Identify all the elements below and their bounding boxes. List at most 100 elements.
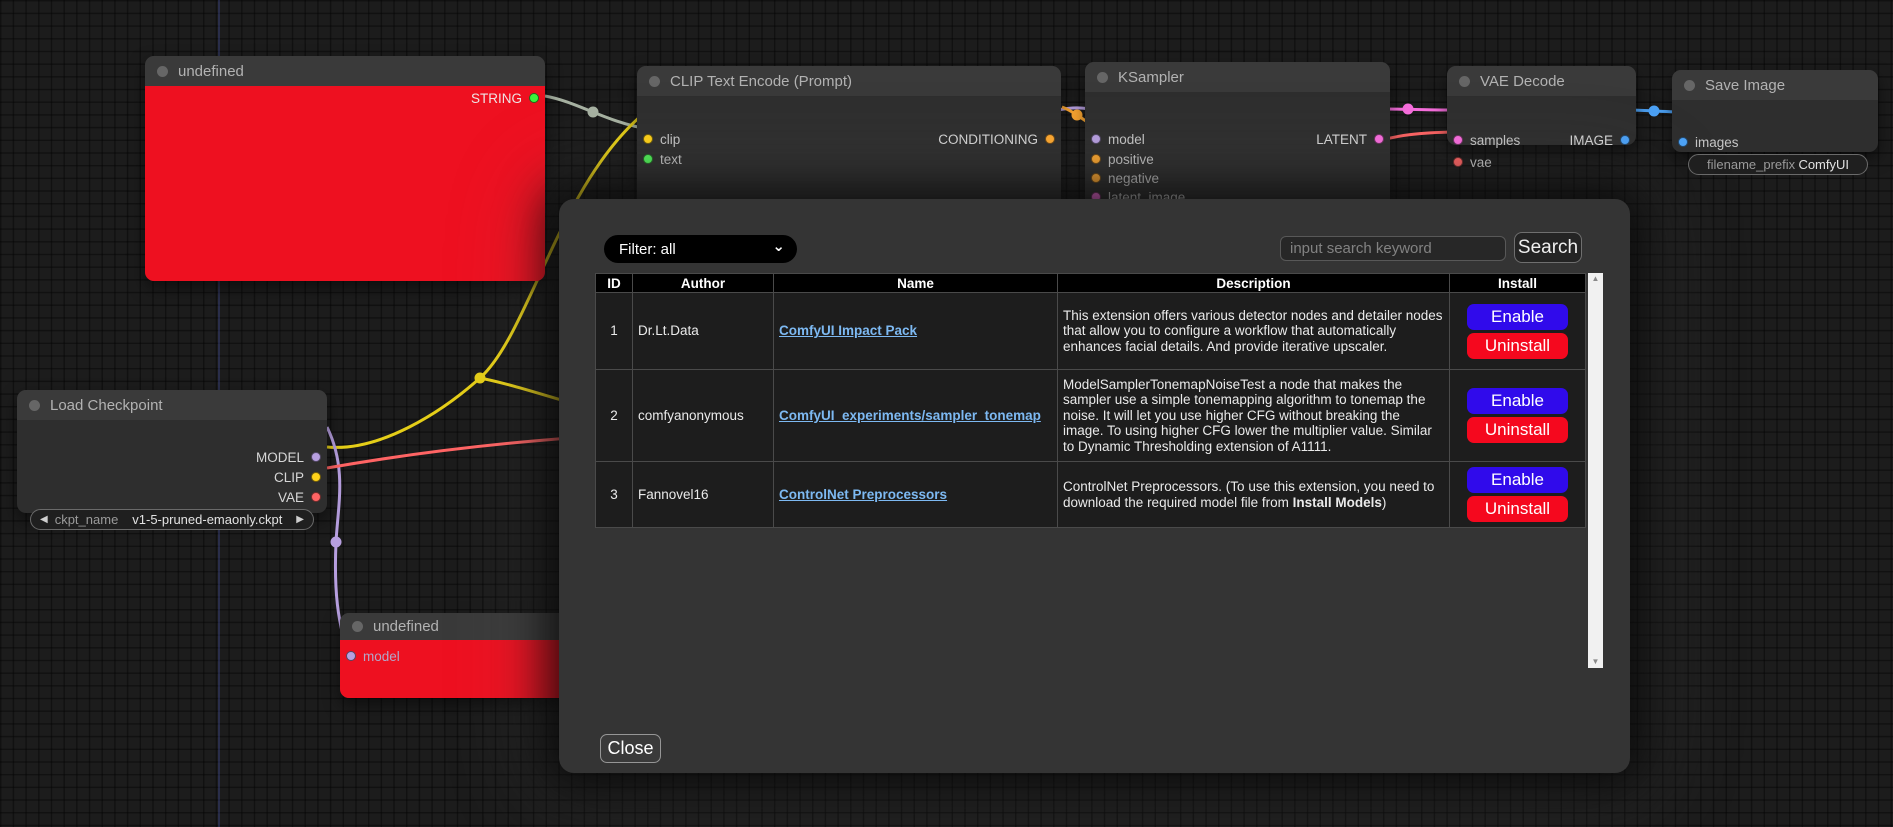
extension-link[interactable]: ControlNet Preprocessors [779,487,947,502]
output-slot-conditioning-label: CONDITIONING [938,132,1038,147]
node-vae-decode[interactable]: VAE Decode samples vae IMAGE [1447,66,1636,145]
output-slot-latent-label: LATENT [1316,132,1367,147]
search-input[interactable] [1280,236,1506,261]
node-title: Save Image [1705,77,1785,94]
header-id: ID [596,274,633,293]
input-slot-images-label: images [1695,135,1739,150]
node-title-bar[interactable]: Save Image [1672,70,1878,100]
header-name: Name [774,274,1058,293]
node-title: VAE Decode [1480,73,1565,90]
cell-author: Fannovel16 [633,462,774,528]
node-title: undefined [373,618,439,635]
input-slot-positive-dot[interactable] [1091,154,1101,164]
node-collapse-dot[interactable] [1684,80,1695,91]
wire-model-dot[interactable] [331,537,342,548]
ckpt-widget-label: ckpt_name [55,512,119,527]
wire-latent-dot[interactable] [1403,104,1414,115]
table-header-row: ID Author Name Description Install [596,274,1586,293]
cell-id: 3 [596,462,633,528]
filename-prefix-value[interactable]: ComfyUI [1798,157,1849,172]
cell-id: 1 [596,293,633,370]
input-slot-vae-label: vae [1470,155,1492,170]
header-install: Install [1450,274,1586,293]
scroll-up-icon[interactable]: ▲ [1592,273,1600,285]
input-slot-model-label: model [363,649,400,664]
node-title-bar[interactable]: Load Checkpoint [17,390,327,420]
extensions-table: ID Author Name Description Install 1 Dr.… [595,273,1586,528]
input-slot-clip-dot[interactable] [643,134,653,144]
extension-link[interactable]: ComfyUI_experiments/sampler_tonemap [779,408,1041,423]
input-slot-negative-label: negative [1108,171,1159,186]
node-collapse-dot[interactable] [649,76,660,87]
header-author: Author [633,274,774,293]
wire-clip-dot[interactable] [475,373,486,384]
output-slot-model-dot[interactable] [311,452,321,462]
node-title: CLIP Text Encode (Prompt) [670,73,852,90]
enable-button[interactable]: Enable [1467,304,1568,330]
wire-latent-out[interactable] [1386,109,1454,110]
output-slot-clip-dot[interactable] [311,472,321,482]
input-slot-negative-dot[interactable] [1091,173,1101,183]
input-slot-samples-dot[interactable] [1453,135,1463,145]
extension-link[interactable]: ComfyUI Impact Pack [779,323,917,338]
table-row: 3 Fannovel16 ControlNet Preprocessors Co… [596,462,1586,528]
ckpt-prev-icon[interactable]: ◀ [40,514,48,525]
input-slot-text-dot[interactable] [643,154,653,164]
wire-image-dot[interactable] [1649,106,1660,117]
node-title: KSampler [1118,69,1184,86]
node-title-bar[interactable]: CLIP Text Encode (Prompt) [637,66,1061,96]
uninstall-button[interactable]: Uninstall [1467,333,1568,359]
input-slot-model-dot[interactable] [346,651,356,661]
output-slot-model-label: MODEL [256,450,304,465]
node-collapse-dot[interactable] [352,621,363,632]
output-slot-string-label: STRING [471,91,522,106]
output-slot-vae-dot[interactable] [311,492,321,502]
cell-author: comfyanonymous [633,370,774,462]
enable-button[interactable]: Enable [1467,388,1568,414]
cell-id: 2 [596,370,633,462]
table-scrollbar[interactable]: ▲ ▼ [1588,273,1603,668]
node-body-error: STRING [145,86,545,281]
input-slot-clip-label: clip [660,132,680,147]
wire-conditioning-dot[interactable] [1072,110,1083,121]
filter-select[interactable]: Filter: all [604,235,797,263]
cell-description: ControlNet Preprocessors. (To use this e… [1058,462,1450,528]
wire-string-dot[interactable] [588,107,599,118]
node-collapse-dot[interactable] [1459,76,1470,87]
uninstall-button[interactable]: Uninstall [1467,417,1568,443]
node-collapse-dot[interactable] [29,400,40,411]
input-slot-model-label: model [1108,132,1145,147]
enable-button[interactable]: Enable [1467,467,1568,493]
scroll-down-icon[interactable]: ▼ [1592,656,1600,668]
filter-select-wrap: Filter: all ⌄ [604,235,797,263]
uninstall-button[interactable]: Uninstall [1467,496,1568,522]
node-undefined-top[interactable]: undefined STRING [145,56,545,281]
output-slot-image-label: IMAGE [1569,133,1613,148]
close-button[interactable]: Close [600,734,661,763]
input-slot-vae-dot[interactable] [1453,157,1463,167]
node-save-image[interactable]: Save Image images filename_prefix ComfyU… [1672,70,1878,152]
ckpt-widget-value[interactable]: v1-5-pruned-emaonly.ckpt [132,512,282,527]
output-slot-image-dot[interactable] [1620,135,1630,145]
ckpt-next-icon[interactable]: ▶ [296,514,304,525]
input-slot-model-dot[interactable] [1091,134,1101,144]
ckpt-name-widget[interactable]: ◀ ckpt_name v1-5-pruned-emaonly.ckpt ▶ [30,509,314,530]
output-slot-string-dot[interactable] [529,93,539,103]
cell-description: This extension offers various detector n… [1058,293,1450,370]
node-load-checkpoint[interactable]: Load Checkpoint MODEL CLIP VAE ◀ ckpt_na… [17,390,327,513]
input-slot-text-label: text [660,152,682,167]
output-slot-vae-label: VAE [278,490,304,505]
output-slot-latent-dot[interactable] [1374,134,1384,144]
search-button[interactable]: Search [1514,232,1582,263]
filename-prefix-widget[interactable]: filename_prefix ComfyUI [1688,154,1868,175]
node-title-bar[interactable]: undefined [145,56,545,86]
cell-description: ModelSamplerTonemapNoiseTest a node that… [1058,370,1450,462]
output-slot-clip-label: CLIP [274,470,304,485]
node-title-bar[interactable]: KSampler [1085,62,1390,92]
output-slot-conditioning-dot[interactable] [1045,134,1055,144]
node-collapse-dot[interactable] [1097,72,1108,83]
node-title: Load Checkpoint [50,397,163,414]
input-slot-images-dot[interactable] [1678,137,1688,147]
node-collapse-dot[interactable] [157,66,168,77]
node-title-bar[interactable]: VAE Decode [1447,66,1636,96]
